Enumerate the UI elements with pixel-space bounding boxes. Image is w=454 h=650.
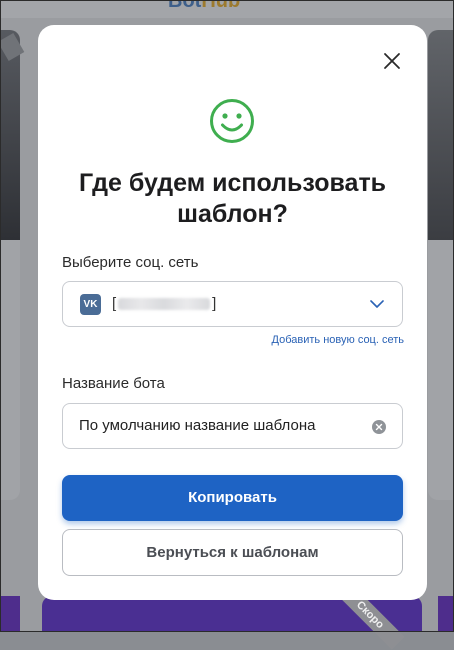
smiley-icon — [210, 99, 254, 143]
social-network-value: [] — [112, 295, 217, 312]
copy-button[interactable]: Копировать — [62, 475, 403, 521]
close-button[interactable] — [380, 49, 404, 73]
bot-name-label: Название бота — [62, 375, 165, 392]
bot-name-input[interactable] — [79, 404, 359, 448]
clear-input-icon[interactable] — [372, 420, 386, 434]
background-card-bottom-right — [438, 596, 454, 632]
add-social-network-link[interactable]: Добавить новую соц. сеть — [38, 334, 404, 346]
social-network-label: Выберите соц. сеть — [62, 254, 199, 271]
close-icon — [384, 53, 400, 69]
vk-icon: VK — [80, 294, 101, 315]
back-to-templates-button[interactable]: Вернуться к шаблонам — [62, 529, 403, 576]
chevron-down-icon — [370, 300, 384, 308]
background-card-bottom-left — [0, 596, 20, 632]
redacted-account-name — [118, 298, 211, 311]
background-card-right — [428, 30, 454, 500]
background-logo: BotHub — [168, 0, 241, 12]
template-usage-modal: Где будем использовать шаблон? Выберите … — [38, 25, 427, 600]
bot-name-field[interactable] — [62, 403, 403, 449]
modal-title: Где будем использовать шаблон? — [78, 169, 387, 228]
social-network-select[interactable]: VK [] — [62, 281, 403, 327]
background-card-left — [0, 30, 20, 500]
background-header: BotHub — [0, 0, 454, 18]
